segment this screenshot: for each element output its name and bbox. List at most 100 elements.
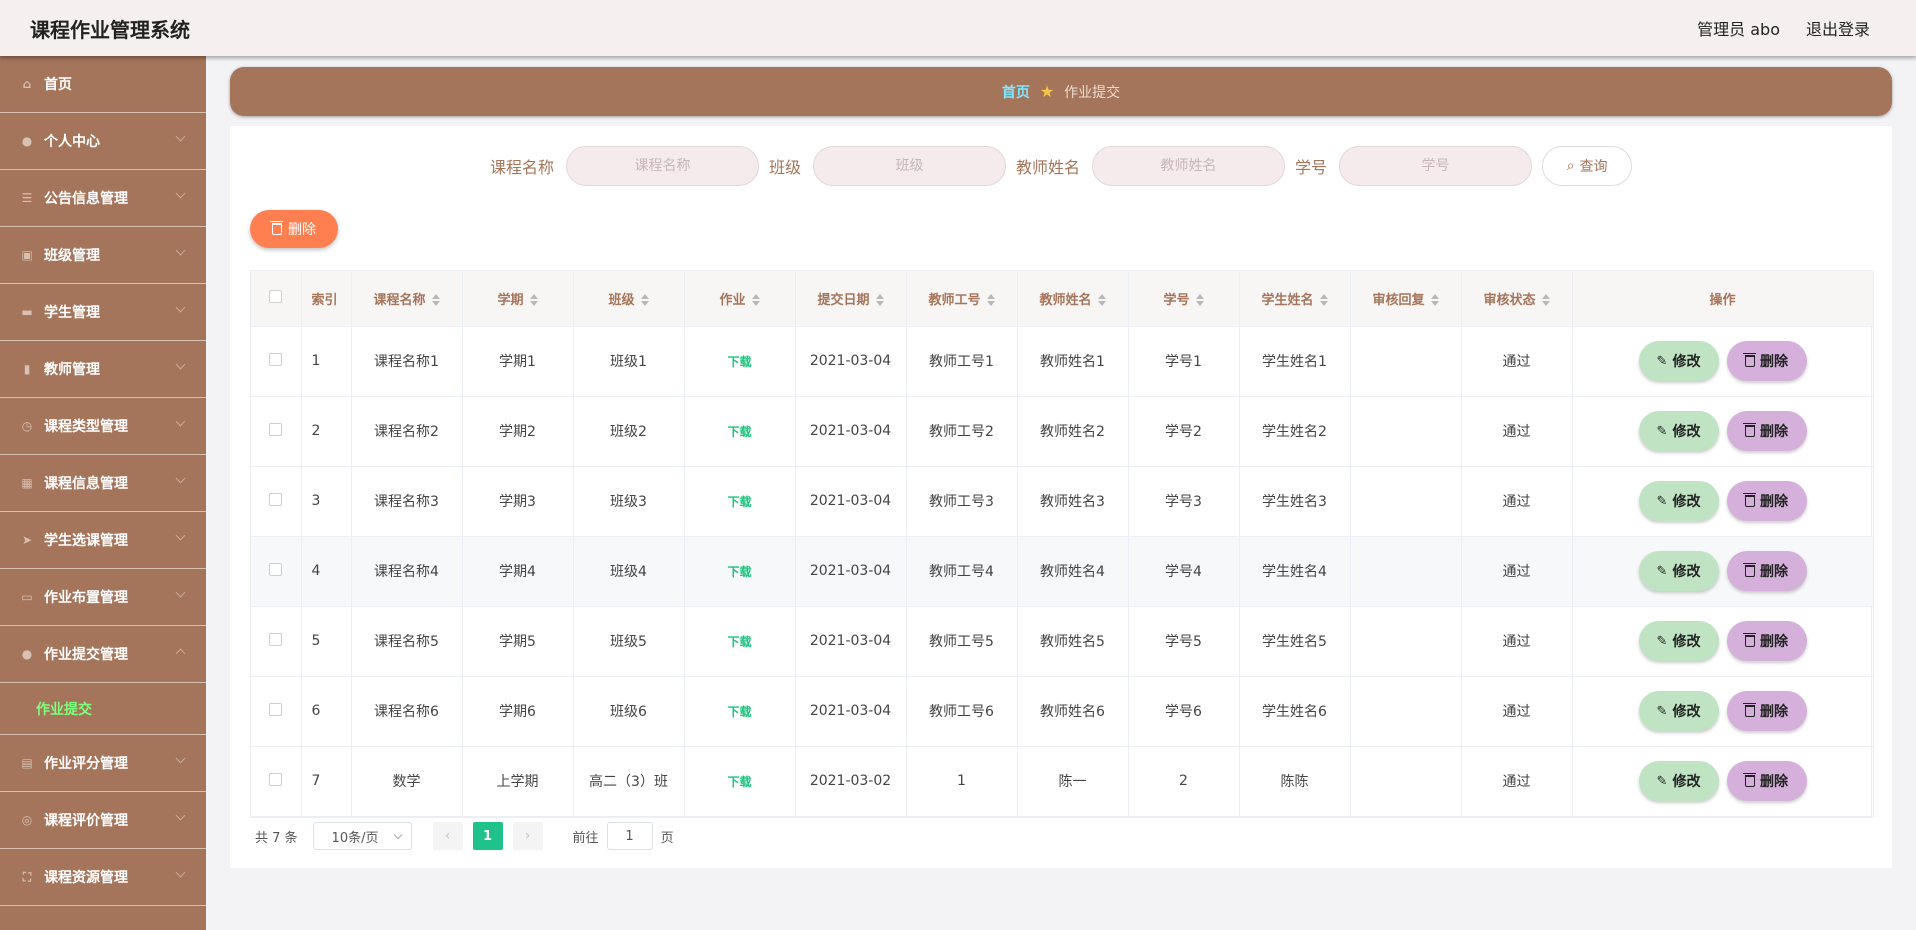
breadcrumb-home[interactable]: 首页 (1002, 82, 1030, 102)
delete-button[interactable]: 删除 (1726, 411, 1807, 451)
cell-index: 1 (301, 326, 352, 397)
download-link[interactable]: 下载 (727, 635, 751, 649)
edit-button[interactable]: ✎ 修改 (1638, 481, 1719, 521)
cell-status: 通过 (1461, 466, 1573, 537)
sidebar-item-4[interactable]: ▬ 学生管理 (0, 284, 206, 341)
sort-caret-icon[interactable] (1195, 294, 1204, 307)
batch-delete-button[interactable]: 删除 (250, 210, 338, 248)
delete-button[interactable]: 删除 (1726, 341, 1807, 381)
next-page-button[interactable]: › (512, 822, 543, 850)
sort-caret-icon[interactable] (1319, 294, 1328, 307)
search-input-teacher[interactable] (1092, 146, 1286, 186)
page-size-select[interactable]: 10条/页 (312, 822, 412, 850)
download-link[interactable]: 下载 (727, 775, 751, 789)
column-header-label: 学期 (497, 292, 524, 308)
prev-page-button[interactable]: ‹ (432, 822, 463, 850)
column-header-9[interactable]: 学生姓名 (1239, 271, 1351, 327)
page-number-current[interactable]: 1 (472, 822, 503, 850)
download-link[interactable]: 下载 (727, 495, 751, 509)
column-header-2[interactable]: 学期 (462, 271, 574, 327)
delete-button[interactable]: 删除 (1726, 621, 1807, 661)
row-checkbox[interactable] (269, 492, 283, 506)
download-link[interactable]: 下载 (727, 425, 751, 439)
row-checkbox[interactable] (269, 562, 283, 576)
logout-button[interactable]: 退出登录 (1806, 16, 1870, 40)
cell-course: 课程名称6 (351, 676, 463, 747)
cell-date: 2021-03-04 (795, 466, 907, 537)
edit-button[interactable]: ✎ 修改 (1638, 761, 1719, 801)
cell-date: 2021-03-04 (795, 396, 907, 467)
cell-homework: 下载 (684, 606, 796, 677)
row-checkbox[interactable] (269, 422, 283, 436)
edit-button[interactable]: ✎ 修改 (1638, 621, 1719, 661)
sidebar-item-5[interactable]: ▮ 教师管理 (0, 341, 206, 398)
download-link[interactable]: 下载 (727, 565, 751, 579)
edit-button[interactable]: ✎ 修改 (1638, 691, 1719, 731)
edit-button[interactable]: ✎ 修改 (1638, 411, 1719, 451)
delete-button[interactable]: 删除 (1726, 691, 1807, 731)
sidebar-item-12[interactable]: ◎ 课程评价管理 (0, 792, 206, 849)
column-header-4[interactable]: 作业 (684, 271, 796, 327)
column-header-label: 审核回复 (1372, 292, 1425, 308)
sort-caret-icon[interactable] (875, 294, 884, 307)
row-checkbox[interactable] (269, 632, 283, 646)
column-header-label: 学号 (1163, 292, 1190, 308)
download-link[interactable]: 下载 (727, 705, 751, 719)
search-input-class[interactable] (813, 146, 1006, 186)
search-input-student-id[interactable] (1339, 146, 1533, 186)
column-header-7[interactable]: 教师姓名 (1017, 271, 1129, 327)
app-title: 课程作业管理系统 (30, 18, 190, 42)
column-header-6[interactable]: 教师工号 (906, 271, 1018, 327)
delete-button-label: 删除 (1760, 634, 1788, 650)
sidebar-item-7[interactable]: ▦ 课程信息管理 (0, 455, 206, 512)
sort-caret-icon[interactable] (1541, 294, 1550, 307)
delete-button[interactable]: 删除 (1726, 481, 1807, 521)
sidebar-item-8[interactable]: ➤ 学生选课管理 (0, 512, 206, 569)
goto-page-input[interactable] (606, 822, 653, 850)
sidebar-item-label: 作业提交管理 (44, 647, 128, 663)
row-checkbox[interactable] (269, 352, 283, 366)
column-header-5[interactable]: 提交日期 (795, 271, 907, 327)
cell-actions: ✎ 修改 删除 (1572, 396, 1874, 467)
sidebar-item-9[interactable]: ▭ 作业布置管理 (0, 569, 206, 626)
column-header-10[interactable]: 审核回复 (1350, 271, 1462, 327)
sidebar-subitem-active[interactable]: 作业提交 (0, 683, 206, 735)
table-row: 5 课程名称5 学期5 班级5 下载 2021-03-04 教师工号5 教师姓名5 学号5 学生姓… (251, 606, 1874, 677)
cell-student_name: 学生姓名1 (1239, 326, 1351, 397)
download-link[interactable]: 下载 (727, 355, 751, 369)
row-checkbox[interactable] (269, 702, 283, 716)
sort-caret-icon[interactable] (431, 294, 440, 307)
column-header-1[interactable]: 课程名称 (351, 271, 463, 327)
sort-caret-icon[interactable] (986, 294, 995, 307)
query-button[interactable]: ⌕ 查询 (1542, 146, 1633, 186)
sidebar-item-3[interactable]: ▣ 班级管理 (0, 227, 206, 284)
delete-button[interactable]: 删除 (1726, 761, 1807, 801)
column-header-11[interactable]: 审核状态 (1461, 271, 1573, 327)
sidebar-item-6[interactable]: ◷ 课程类型管理 (0, 398, 206, 455)
delete-button[interactable]: 删除 (1726, 551, 1807, 591)
user-label[interactable]: 管理员 abo (1697, 16, 1780, 40)
sort-caret-icon[interactable] (640, 294, 649, 307)
grid-icon: ▦ (21, 476, 33, 490)
column-header-3[interactable]: 班级 (573, 271, 685, 327)
sort-caret-icon[interactable] (1097, 294, 1106, 307)
edit-button[interactable]: ✎ 修改 (1638, 341, 1719, 381)
edit-button[interactable]: ✎ 修改 (1638, 551, 1719, 591)
sidebar-item-2[interactable]: ☰ 公告信息管理 (0, 170, 206, 227)
cell-reply (1350, 536, 1462, 607)
sort-caret-icon[interactable] (1430, 294, 1439, 307)
search-input-course[interactable] (565, 146, 759, 186)
cell-reply (1350, 466, 1462, 537)
chevron-down-icon (175, 587, 186, 598)
cell-term: 学期1 (462, 326, 574, 397)
sort-caret-icon[interactable] (529, 294, 538, 307)
sidebar-item-13[interactable]: ⛶ 课程资源管理 (0, 849, 206, 906)
column-header-8[interactable]: 学号 (1128, 271, 1240, 327)
sidebar-item-10[interactable]: ● 作业提交管理 (0, 626, 206, 683)
sidebar-item-11[interactable]: ▤ 作业评分管理 (0, 735, 206, 792)
sidebar-item-1[interactable]: ● 个人中心 (0, 113, 206, 170)
sidebar-item-0[interactable]: ⌂ 首页 (0, 56, 206, 113)
select-all-checkbox[interactable] (269, 289, 283, 303)
row-checkbox[interactable] (269, 772, 283, 786)
sort-caret-icon[interactable] (751, 294, 760, 307)
